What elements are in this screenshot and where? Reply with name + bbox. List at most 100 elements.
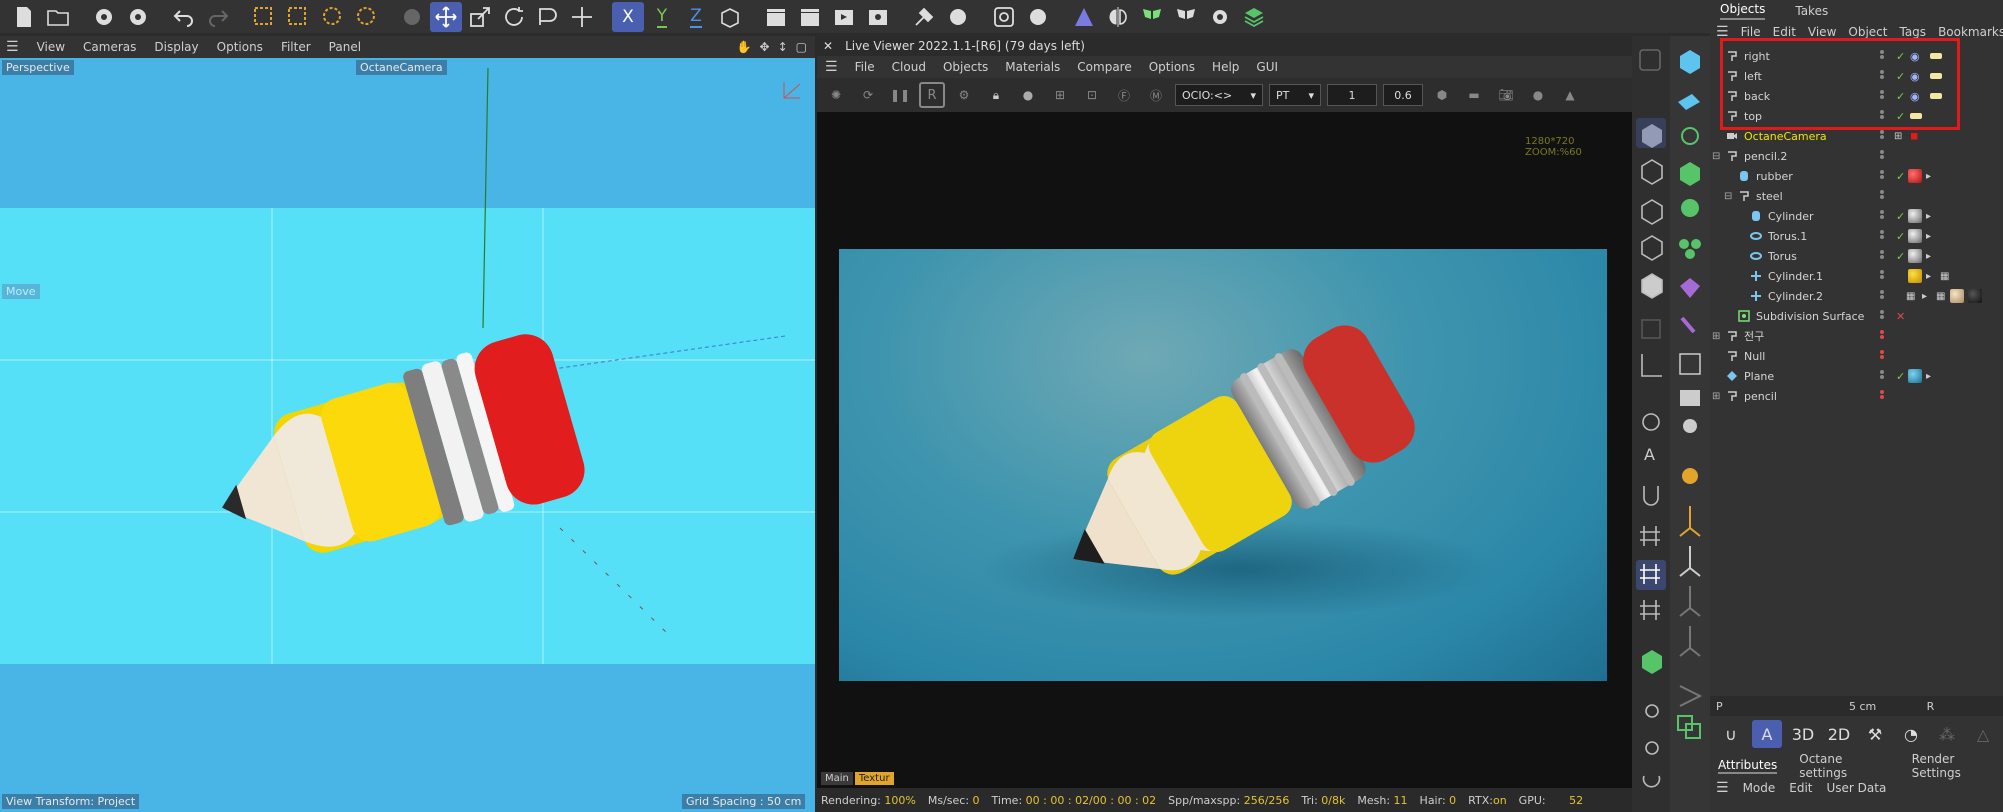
lv-menu-file[interactable]: File <box>855 60 875 74</box>
snap-circle-icon[interactable]: ◔ <box>1896 720 1926 748</box>
octane-icon[interactable] <box>1068 2 1100 32</box>
lv-field-2[interactable]: 0.6 <box>1383 84 1423 106</box>
object-row[interactable]: rubber ✓ ▸ <box>1710 166 2003 186</box>
coord-icon[interactable] <box>714 2 746 32</box>
object-row[interactable]: Torus.1 ✓ ▸ <box>1710 226 2003 246</box>
tab-render-settings[interactable]: Render Settings <box>1912 752 2003 780</box>
uv-tag-icon[interactable]: ▸ <box>1926 171 1931 182</box>
settings-gear-icon[interactable]: ⚙ <box>951 82 977 108</box>
attr-menu-edit[interactable]: Edit <box>1789 781 1812 795</box>
uv-tag-icon[interactable]: ▸ <box>1926 211 1931 222</box>
expand-icon[interactable]: ⊟ <box>1712 151 1720 162</box>
object-row[interactable]: ⊞ pencil <box>1710 386 2003 406</box>
axis-icon[interactable] <box>566 2 598 32</box>
vp-menu-display[interactable]: Display <box>154 40 198 54</box>
folder-icon[interactable] <box>42 2 74 32</box>
object-row[interactable]: Null <box>1710 346 2003 366</box>
gear-icon[interactable] <box>1022 2 1054 32</box>
checker-tag-icon[interactable]: ▦ <box>1940 271 1949 282</box>
material-tag-steel[interactable] <box>1908 249 1922 263</box>
lv-menu-cloud[interactable]: Cloud <box>892 60 926 74</box>
uv-tag-icon[interactable]: ▸ <box>1926 231 1931 242</box>
pause-icon[interactable]: ❚❚ <box>887 82 913 108</box>
camera-tag-icon[interactable]: ⊞ <box>1894 131 1902 142</box>
close-icon[interactable]: ✕ <box>823 39 833 53</box>
lv-field-1[interactable]: 1 <box>1327 84 1377 106</box>
3d-mode-button[interactable]: 3D <box>1788 720 1818 748</box>
gear-icon[interactable] <box>122 2 154 32</box>
symmetry-icon[interactable] <box>1102 2 1134 32</box>
layers-icon[interactable] <box>1238 2 1270 32</box>
clapper-icon[interactable] <box>794 2 826 32</box>
material-tag-black[interactable] <box>1968 289 1982 303</box>
vp-menu-panel[interactable]: Panel <box>329 40 361 54</box>
gear-icon[interactable] <box>942 2 974 32</box>
expand-icon[interactable]: ⊞ <box>1712 391 1720 402</box>
vp-menu-options[interactable]: Options <box>217 40 263 54</box>
tool-icon[interactable] <box>908 2 940 32</box>
lv-menu-compare[interactable]: Compare <box>1077 60 1131 74</box>
object-row[interactable]: Cylinder.1 ▸ ▦ <box>1710 266 2003 286</box>
camera-icon[interactable]: 📷︎ <box>1493 82 1519 108</box>
focus-pick-icon[interactable]: Ⓕ <box>1111 82 1137 108</box>
object-row[interactable]: Cylinder.2 ▦ ▸ ▦ <box>1710 286 2003 306</box>
hexagon-icon[interactable]: ⬢ <box>1429 82 1455 108</box>
object-row[interactable]: Cylinder ✓ ▸ <box>1710 206 2003 226</box>
points-icon[interactable]: ⁂ <box>1932 720 1962 748</box>
gear-icon[interactable] <box>88 2 120 32</box>
hamburger-icon[interactable]: ☰ <box>825 59 838 75</box>
lv-menu-objects[interactable]: Objects <box>943 60 988 74</box>
select-box-icon[interactable] <box>282 2 314 32</box>
lv-menu-help[interactable]: Help <box>1212 60 1239 74</box>
disabled-x-icon[interactable]: ✕ <box>1896 310 1905 323</box>
attr-menu-user-data[interactable]: User Data <box>1827 781 1887 795</box>
z-axis-button[interactable]: Z <box>680 2 712 32</box>
hamburger-icon[interactable]: ☰ <box>6 39 19 55</box>
move-view-icon[interactable]: ✥ <box>760 40 770 54</box>
material-tag-red[interactable] <box>1908 169 1922 183</box>
butterfly-icon[interactable] <box>1170 2 1202 32</box>
select-poly-icon[interactable] <box>350 2 382 32</box>
gear-icon[interactable] <box>396 2 428 32</box>
om-menu-edit[interactable]: Edit <box>1773 25 1796 39</box>
rotate-icon[interactable] <box>498 2 530 32</box>
om-menu-file[interactable]: File <box>1741 25 1761 39</box>
object-row[interactable]: Plane ✓ ▸ <box>1710 366 2003 386</box>
transform-icon[interactable] <box>532 2 564 32</box>
select-live-icon[interactable] <box>248 2 280 32</box>
butterfly-icon[interactable] <box>1136 2 1168 32</box>
om-menu-object[interactable]: Object <box>1848 25 1887 39</box>
move-icon[interactable] <box>430 1 462 32</box>
object-row[interactable]: Torus ✓ ▸ <box>1710 246 2003 266</box>
lv-menu-gui[interactable]: GUI <box>1256 60 1278 74</box>
expand-icon[interactable]: ⊞ <box>1712 331 1720 342</box>
object-row[interactable]: ⊟ steel <box>1710 186 2003 206</box>
maximize-icon[interactable]: ▢ <box>796 40 807 54</box>
hamburger-icon[interactable]: ☰ <box>1716 780 1729 796</box>
triangle-icon[interactable]: ▲ <box>1557 82 1583 108</box>
x-axis-button[interactable]: X <box>612 1 644 32</box>
tab-main[interactable]: Main <box>821 772 853 785</box>
y-axis-button[interactable]: Y <box>646 2 678 32</box>
tab-takes[interactable]: Takes <box>1795 4 1828 18</box>
circle-icon[interactable]: ● <box>1525 82 1551 108</box>
render-settings-icon[interactable] <box>862 2 894 32</box>
wrench-icon[interactable]: ⚒ <box>1860 720 1890 748</box>
sphere-icon[interactable]: ● <box>1015 82 1041 108</box>
2d-mode-button[interactable]: 2D <box>1824 720 1854 748</box>
expand-icon[interactable]: ⊟ <box>1724 191 1732 202</box>
a-mode-button[interactable]: A <box>1752 720 1782 748</box>
material-tag-wood[interactable] <box>1950 289 1964 303</box>
add-region-icon[interactable]: ⊞ <box>1047 82 1073 108</box>
camera-label[interactable]: OctaneCamera <box>356 60 447 75</box>
object-row[interactable]: Subdivision Surface ✕ <box>1710 306 2003 326</box>
tab-attributes[interactable]: Attributes <box>1718 758 1778 774</box>
object-row[interactable]: ⊟ pencil.2 <box>1710 146 2003 166</box>
clay-icon[interactable]: ▬ <box>1461 82 1487 108</box>
uv-tag-icon[interactable]: ▸ <box>1926 371 1931 382</box>
redo-icon[interactable] <box>202 2 234 32</box>
undo-icon[interactable] <box>168 2 200 32</box>
vp-menu-filter[interactable]: Filter <box>281 40 311 54</box>
clapper-icon[interactable] <box>760 2 792 32</box>
ocio-select[interactable]: OCIO:<> ▾ <box>1175 84 1263 106</box>
